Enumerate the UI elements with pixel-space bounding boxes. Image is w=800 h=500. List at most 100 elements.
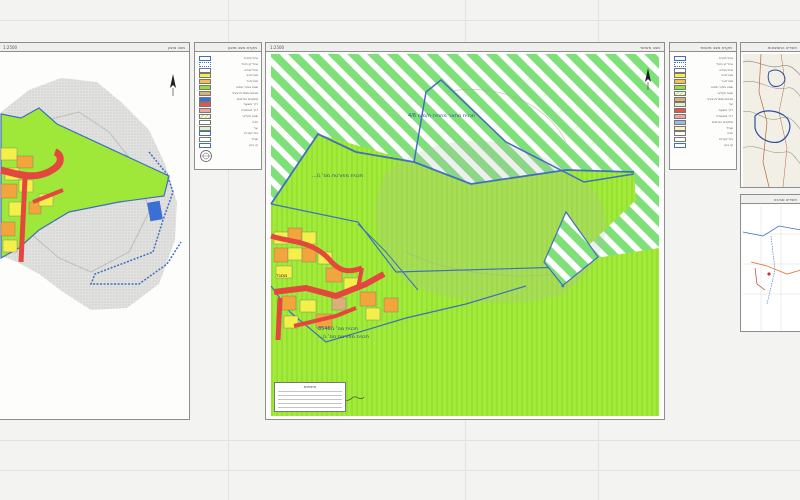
stamp-title: חתימות [303, 384, 317, 389]
legend-label: שטח חקלאי [717, 90, 733, 95]
legend-swatch [674, 137, 686, 143]
legend-label: מבנים ומוסדות ציבור [706, 96, 733, 101]
legend-label: שביל [251, 137, 258, 142]
legend-swatch [199, 131, 211, 137]
north-arrow-icon [170, 74, 176, 96]
panel-title: מצב מאושר [639, 45, 660, 50]
legend-swatch [199, 125, 211, 131]
legend-label: שטח חקלאי [242, 114, 258, 118]
plan-label-center: תכנית מפורטת מס' ג/... [312, 173, 363, 179]
legend-label: מגורים א' [720, 73, 733, 78]
legend-label: גבול קו כחול [716, 61, 733, 66]
legend-label: גבול מגרש [244, 67, 258, 72]
locator-map[interactable] [741, 52, 800, 188]
legend-swatch [674, 73, 686, 79]
legend-swatch [199, 85, 211, 90]
legend-label: גבול מגרש [719, 67, 733, 72]
fold-line [0, 20, 800, 21]
legend-label: דרך מאושרת [716, 114, 733, 118]
legend-label: שטח ציבורי פתוח [236, 85, 258, 89]
legend-swatch [674, 67, 686, 73]
legend-swatch [199, 79, 211, 85]
environs-header: תשריט סביבה [741, 195, 800, 204]
legend-label: דרך מוצעת [718, 108, 733, 113]
legend-label: יער [253, 125, 258, 130]
legend-swatch [674, 119, 686, 125]
legend-swatch [674, 90, 686, 96]
stamp-line [278, 399, 342, 400]
legend-swatch [199, 108, 211, 114]
plan-label-bottom-a: תכנית מס' ג/8546 [318, 326, 359, 332]
legend-label: בית קברות [719, 137, 733, 142]
legend-swatch [674, 131, 686, 137]
locator-map-panel: תשריט התמצאות [740, 42, 800, 188]
legend-label: מתקנים הנדסיים [236, 96, 258, 101]
stamp-line [278, 391, 342, 392]
legend-swatch [674, 108, 686, 114]
legend-label: גבול תכנית [719, 56, 733, 60]
legend-label: חניה [727, 131, 733, 136]
fold-line [0, 470, 800, 471]
legend-swatch [199, 73, 211, 79]
scale-text: 1:2500 [3, 45, 18, 50]
proposed-map[interactable] [0, 52, 190, 420]
legend-label: מגורים א' [245, 73, 258, 78]
legend-swatch [199, 61, 211, 67]
legend-header: מקרא מצב מוצע [195, 43, 261, 52]
approved-legend-panel: מקרא מצב מאושר גבול תכנית גבול קו כחול גבו… [669, 42, 737, 170]
proposed-map-panel: מצב מוצע 1:2500 [0, 42, 190, 420]
panel-title: מצב מוצע [167, 45, 185, 50]
environs-map-panel: תשריט סביבה [740, 194, 800, 332]
legend-swatch [674, 96, 686, 102]
legend-swatch [674, 114, 686, 119]
environs-map[interactable] [741, 204, 800, 332]
plan-label-top: תכנית מתאר מחוזית ת/מ/מ 4/6 [408, 113, 476, 119]
legend-label: שביל [726, 125, 733, 130]
legend-label: קו בניין [249, 143, 258, 147]
legend-swatch [674, 102, 686, 108]
stamp-box: חתימות [274, 382, 346, 412]
fold-line [0, 440, 800, 441]
legend-label: דרך מאושרת [241, 108, 258, 113]
legend-label: מגורים ב' [721, 79, 733, 84]
legend-label: גבול תכנית [244, 56, 258, 60]
legend-label: בית קברות [244, 131, 258, 136]
legend-swatch [199, 102, 211, 108]
plan-sheet: מצב מוצע 1:2500 מקרא מצב מוצע גבול תכנית… [0, 0, 800, 500]
legend-swatch [199, 119, 211, 125]
proposed-legend-panel: מקרא מצב מוצע גבול תכנית גבול קו כחול גבול… [194, 42, 262, 170]
legend-label: מגורים ב' [246, 79, 258, 84]
legend-swatch [199, 67, 211, 73]
legend-swatch [674, 85, 686, 90]
compass-rose-icon [200, 150, 212, 162]
legend-swatch [199, 96, 211, 102]
legend-swatch [674, 56, 686, 61]
legend-swatch [674, 125, 686, 131]
legend-item: קו בניין [674, 143, 733, 149]
legend-header: מקרא מצב מאושר [670, 43, 736, 52]
legend-label: קו בניין [724, 143, 733, 147]
legend-swatch [674, 79, 686, 85]
legend-label: גבול קו כחול [241, 61, 258, 66]
panel-header: מצב מאושר 1:2500 [266, 43, 664, 52]
legend-label: דרך מוצעת [243, 102, 258, 107]
village-label: מסגד [276, 273, 288, 279]
approved-map-panel: מצב מאושר 1:2500 תכנית מתאר מחוזית ת/מ/מ… [265, 42, 665, 420]
legend-swatch [199, 56, 211, 61]
scale-text: 1:2500 [270, 45, 285, 50]
legend-label: שטח ציבורי פתוח [711, 85, 733, 89]
stamp-line [278, 395, 342, 396]
approved-map[interactable] [266, 52, 665, 420]
legend-swatch [199, 143, 211, 148]
legend-swatch [199, 137, 211, 143]
legend-swatch [199, 114, 211, 119]
panel-header: מצב מוצע 1:2500 [0, 43, 189, 52]
legend-swatch [674, 143, 686, 148]
legend-label: חניה [252, 119, 258, 124]
legend-label: יער [728, 102, 733, 107]
legend-label: מבנים ומוסדות ציבור [231, 90, 258, 95]
legend-label: מתקנים הנדסיים [711, 119, 733, 124]
stamp-line [278, 407, 342, 408]
legend-swatch [199, 90, 211, 96]
locator-header: תשריט התמצאות [741, 43, 800, 52]
